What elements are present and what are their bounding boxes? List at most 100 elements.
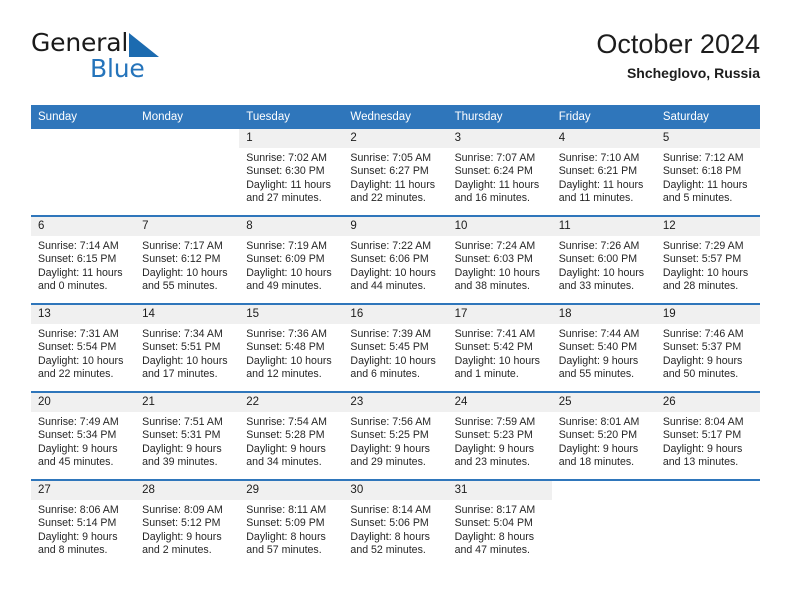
calendar-day-cell[interactable]: 12 Sunrise: 7:29 AM Sunset: 5:57 PM Dayligh…	[655, 215, 760, 303]
day-number: 27	[31, 479, 136, 500]
calendar-day-cell[interactable]: 20 Sunrise: 7:49 AM Sunset: 5:34 PM Dayligh…	[31, 391, 136, 479]
day-number: 24	[447, 391, 552, 412]
calendar-day-cell[interactable]: 4 Sunrise: 7:10 AM Sunset: 6:21 PM Daylight…	[551, 129, 656, 215]
calendar-day-cell[interactable]: 26 Sunrise: 8:04 AM Sunset: 5:17 PM Dayligh…	[655, 391, 760, 479]
calendar-day-cell[interactable]: 28 Sunrise: 8:09 AM Sunset: 5:12 PM Dayligh…	[135, 479, 240, 567]
day-detail-line: and 17 minutes.	[142, 368, 218, 381]
day-detail-line: and 33 minutes.	[558, 280, 635, 293]
weekday-header-monday: Monday	[142, 111, 184, 123]
day-detail-body: Sunrise: 8:14 AM Sunset: 5:06 PM Daylight:…	[343, 500, 447, 567]
calendar-day-cell[interactable]: 1 Sunrise: 7:02 AM Sunset: 6:30 PM Daylight…	[239, 129, 344, 215]
calendar-day-cell[interactable]: 23 Sunrise: 7:56 AM Sunset: 5:25 PM Dayligh…	[343, 391, 448, 479]
day-detail-line: Sunrise: 7:59 AM	[454, 416, 536, 428]
calendar-day-cell[interactable]: 16 Sunrise: 7:39 AM Sunset: 5:45 PM Dayligh…	[343, 303, 448, 391]
day-detail-line: and 13 minutes.	[662, 456, 739, 469]
day-detail-line: and 39 minutes.	[142, 456, 218, 469]
calendar-day-cell[interactable]: 2 Sunrise: 7:05 AM Sunset: 6:27 PM Daylight…	[343, 129, 448, 215]
day-detail-line: and 49 minutes.	[246, 280, 322, 293]
day-detail-line: Daylight: 11 hours	[38, 266, 123, 279]
day-detail-body: Sunrise: 7:05 AM Sunset: 6:27 PM Daylight:…	[343, 148, 447, 215]
calendar-day-cell[interactable]: 10 Sunrise: 7:24 AM Sunset: 6:03 PM Dayligh…	[447, 215, 552, 303]
general-blue-logo[interactable]: General Blue	[31, 28, 161, 84]
calendar-day-cell[interactable]: 8 Sunrise: 7:19 AM Sunset: 6:09 PM Daylight…	[239, 215, 344, 303]
day-number: 17	[447, 303, 552, 324]
day-detail-line: Sunrise: 8:17 AM	[454, 504, 536, 516]
calendar-day-cell[interactable]: 7 Sunrise: 7:17 AM Sunset: 6:12 PM Daylight…	[135, 215, 240, 303]
day-number: 3	[447, 129, 552, 148]
day-detail-line: Sunrise: 7:07 AM	[454, 152, 536, 164]
day-number: 1	[239, 129, 344, 148]
day-detail-line: Sunrise: 8:06 AM	[38, 504, 119, 516]
day-detail-line: Sunset: 5:09 PM	[246, 517, 325, 530]
day-detail-line: Sunset: 6:09 PM	[246, 253, 325, 266]
calendar-day-cell[interactable]: 3 Sunrise: 7:07 AM Sunset: 6:24 PM Daylight…	[447, 129, 552, 215]
day-number: 4	[551, 129, 656, 148]
calendar-day-cell[interactable]: 31 Sunrise: 8:17 AM Sunset: 5:04 PM Dayligh…	[447, 479, 552, 567]
day-detail-line: Sunrise: 7:26 AM	[558, 240, 640, 252]
calendar-day-cell[interactable]: 24 Sunrise: 7:59 AM Sunset: 5:23 PM Dayligh…	[447, 391, 552, 479]
day-detail-body: Sunrise: 8:04 AM Sunset: 5:17 PM Daylight:…	[656, 412, 760, 479]
day-detail-line: Sunrise: 7:56 AM	[350, 416, 432, 428]
calendar-day-cell[interactable]: 30 Sunrise: 8:14 AM Sunset: 5:06 PM Dayligh…	[343, 479, 448, 567]
calendar-day-cell[interactable]: 27 Sunrise: 8:06 AM Sunset: 5:14 PM Dayligh…	[31, 479, 136, 567]
day-detail-body: Sunrise: 7:02 AM Sunset: 6:30 PM Daylight:…	[239, 148, 343, 215]
weekday-header-tuesday: Tuesday	[246, 111, 290, 123]
day-detail-line: Sunset: 5:40 PM	[558, 341, 638, 354]
calendar-day-cell[interactable]: 21 Sunrise: 7:51 AM Sunset: 5:31 PM Dayligh…	[135, 391, 240, 479]
day-number: 29	[239, 479, 344, 500]
calendar-day-cell[interactable]: 22 Sunrise: 7:54 AM Sunset: 5:28 PM Dayligh…	[239, 391, 344, 479]
day-detail-line: Daylight: 9 hours	[662, 354, 743, 367]
day-number: 21	[135, 391, 240, 412]
calendar-day-cell[interactable]: 9 Sunrise: 7:22 AM Sunset: 6:06 PM Daylight…	[343, 215, 448, 303]
calendar-week-row: 27 Sunrise: 8:06 AM Sunset: 5:14 PM Dayligh…	[31, 479, 760, 567]
day-detail-line: Daylight: 8 hours	[350, 530, 430, 543]
day-detail-body: Sunrise: 8:09 AM Sunset: 5:12 PM Daylight:…	[135, 500, 239, 567]
day-number: 23	[343, 391, 448, 412]
day-detail-line: Daylight: 10 hours	[454, 266, 540, 279]
day-detail-line: Daylight: 9 hours	[38, 442, 118, 455]
calendar-day-cell[interactable]: 5 Sunrise: 7:12 AM Sunset: 6:18 PM Daylight…	[655, 129, 760, 215]
calendar-day-cell[interactable]: 18 Sunrise: 7:44 AM Sunset: 5:40 PM Dayligh…	[551, 303, 656, 391]
calendar-day-cell[interactable]: 29 Sunrise: 8:11 AM Sunset: 5:09 PM Dayligh…	[239, 479, 344, 567]
day-number: 2	[343, 129, 448, 148]
day-detail-line: Sunset: 6:15 PM	[38, 253, 117, 266]
calendar-day-cell[interactable]: 11 Sunrise: 7:26 AM Sunset: 6:00 PM Dayligh…	[551, 215, 656, 303]
day-detail-line: Daylight: 9 hours	[558, 354, 639, 367]
day-detail-line: and 5 minutes.	[662, 192, 733, 205]
day-detail-line: Daylight: 10 hours	[142, 266, 228, 279]
day-detail-line: Sunrise: 7:36 AM	[246, 328, 327, 340]
calendar-day-cell[interactable]: 6 Sunrise: 7:14 AM Sunset: 6:15 PM Daylight…	[31, 215, 136, 303]
day-detail-line: and 2 minutes.	[142, 544, 212, 557]
page-subtitle: Shcheglovo, Russia	[626, 65, 760, 81]
day-detail-body: Sunrise: 7:14 AM Sunset: 6:15 PM Daylight:…	[31, 236, 135, 303]
day-detail-line: Sunset: 6:30 PM	[246, 165, 325, 178]
day-detail-line: Sunrise: 7:10 AM	[558, 152, 640, 164]
day-detail-body: Sunrise: 7:34 AM Sunset: 5:51 PM Daylight:…	[135, 324, 239, 391]
day-detail-line: Sunset: 5:31 PM	[142, 429, 221, 442]
day-detail-body	[552, 500, 656, 567]
calendar-day-cell[interactable]: 15 Sunrise: 7:36 AM Sunset: 5:48 PM Dayligh…	[239, 303, 344, 391]
calendar-day-cell[interactable]: 14 Sunrise: 7:34 AM Sunset: 5:51 PM Dayligh…	[135, 303, 240, 391]
day-detail-line: and 52 minutes.	[350, 544, 426, 557]
day-detail-line: Sunset: 5:48 PM	[246, 341, 325, 354]
day-detail-line: Sunset: 6:03 PM	[454, 253, 533, 266]
day-detail-line: Sunrise: 7:02 AM	[246, 152, 327, 164]
day-detail-line: Daylight: 8 hours	[454, 530, 535, 543]
day-detail-line: and 6 minutes.	[350, 368, 420, 381]
calendar-week-row: 6 Sunrise: 7:14 AM Sunset: 6:15 PM Daylight…	[31, 215, 760, 303]
day-number: 15	[239, 303, 344, 324]
day-detail-line: Sunset: 6:00 PM	[558, 253, 638, 266]
calendar-day-cell[interactable]: 17 Sunrise: 7:41 AM Sunset: 5:42 PM Dayligh…	[447, 303, 552, 391]
day-detail-body: Sunrise: 7:41 AM Sunset: 5:42 PM Daylight:…	[448, 324, 552, 391]
day-number: 25	[551, 391, 656, 412]
calendar-day-cell[interactable]: 13 Sunrise: 7:31 AM Sunset: 5:54 PM Dayligh…	[31, 303, 136, 391]
day-detail-body: Sunrise: 7:46 AM Sunset: 5:37 PM Daylight:…	[656, 324, 760, 391]
calendar-day-cell[interactable]: 25 Sunrise: 8:01 AM Sunset: 5:20 PM Dayligh…	[551, 391, 656, 479]
day-number: 31	[447, 479, 552, 500]
day-detail-line: Daylight: 10 hours	[246, 354, 332, 367]
calendar-day-cell[interactable]: 19 Sunrise: 7:46 AM Sunset: 5:37 PM Dayligh…	[655, 303, 760, 391]
day-detail-line: Sunrise: 7:31 AM	[38, 328, 119, 340]
day-detail-body: Sunrise: 8:06 AM Sunset: 5:14 PM Daylight:…	[31, 500, 135, 567]
weekday-header-row: Sunday Monday Tuesday Wednesday Thursday Frid…	[31, 105, 760, 129]
day-number	[551, 479, 656, 500]
